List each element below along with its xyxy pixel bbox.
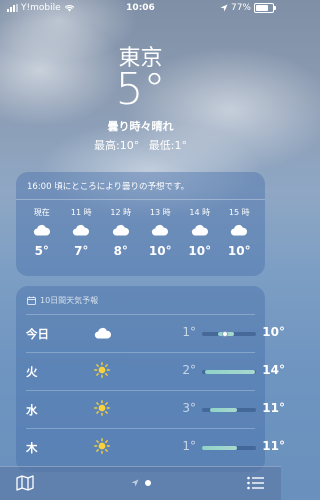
hourly-time: 13 時 xyxy=(149,208,171,217)
low-temp: 最低:1° xyxy=(148,139,187,152)
daily-row[interactable]: 水 3° 11° xyxy=(26,390,285,428)
bottom-toolbar xyxy=(0,466,281,500)
hourly-time: 15 時 xyxy=(228,208,250,217)
hourly-time: 12 時 xyxy=(110,208,132,217)
cloud-icon xyxy=(94,324,112,343)
list-icon[interactable] xyxy=(247,476,265,490)
daily-high: 10° xyxy=(262,325,285,339)
daily-low: 1° xyxy=(182,439,196,453)
sun-icon xyxy=(94,438,110,458)
hourly-list: 現在 5° 11 時 7° 12 時 8° 13 時 10° 14 時 10° 15 時 10° xyxy=(16,200,265,258)
hourly-item: 13 時 10° xyxy=(141,207,181,258)
cloud-icon xyxy=(141,219,181,241)
daily-day: 火 xyxy=(26,365,38,379)
status-bar: Y!mobile 10:06 77% xyxy=(0,0,281,18)
status-right: 77% xyxy=(220,3,276,13)
daily-low: 2° xyxy=(182,363,196,377)
sun-icon xyxy=(94,362,110,382)
daily-high: 14° xyxy=(262,363,285,377)
hourly-temp: 5° xyxy=(34,244,49,258)
page-dot-active xyxy=(144,480,151,486)
hourly-item: 現在 5° xyxy=(22,207,62,258)
daily-high: 11° xyxy=(262,401,285,415)
temperature-range-fill xyxy=(204,370,255,374)
hourly-forecast-card[interactable]: 16:00 頃にところにより曇りの予想です。 現在 5° 11 時 7° 12 時 8° 1… xyxy=(16,172,265,276)
hourly-temp: 10° xyxy=(227,244,251,258)
hourly-time: 現在 xyxy=(33,208,50,217)
current-temperature: 5° xyxy=(115,64,166,115)
hourly-temp: 8° xyxy=(113,244,128,258)
hourly-item: 12 時 8° xyxy=(101,207,141,258)
daily-day: 木 xyxy=(26,441,38,455)
daily-day: 今日 xyxy=(26,327,49,341)
location-arrow-icon xyxy=(131,479,138,487)
current-temp-marker xyxy=(221,331,228,337)
temperature-range-bar xyxy=(202,331,256,337)
daily-low: 3° xyxy=(182,401,196,415)
calendar-icon xyxy=(27,296,36,305)
daily-list: 今日 1° 10° 火 2° 14° 水 3° 11° 木 1° 11° xyxy=(16,314,285,466)
high-low: 最高:10° 最低:1° xyxy=(0,137,281,153)
temperature-range-bar xyxy=(202,408,256,412)
hourly-temp: 10° xyxy=(188,244,212,258)
daily-row[interactable]: 火 2° 14° xyxy=(26,352,285,390)
battery-percent: 77% xyxy=(230,3,251,13)
hourly-time: 11 時 xyxy=(70,208,92,217)
current-condition: 曇り時々晴れ xyxy=(107,120,174,133)
cloud-icon xyxy=(180,219,220,241)
battery-icon xyxy=(254,3,276,13)
battery-level xyxy=(256,5,268,11)
temperature-range-fill xyxy=(202,446,238,450)
temperature-range-fill xyxy=(210,408,238,412)
daily-high: 11° xyxy=(262,439,285,453)
daily-low: 1° xyxy=(182,325,196,339)
high-temp: 最高:10° xyxy=(94,139,140,152)
temperature-range-bar xyxy=(202,370,256,374)
temperature-range-bar xyxy=(202,446,256,450)
cloud-icon xyxy=(62,219,102,241)
hourly-summary: 16:00 頃にところにより曇りの予想です。 xyxy=(16,172,265,200)
daily-title-label: 10日間天気予報 xyxy=(40,296,99,305)
page-indicator[interactable] xyxy=(0,479,281,487)
daily-row[interactable]: 木 1° 11° xyxy=(26,428,285,466)
daily-day: 水 xyxy=(26,403,38,417)
daily-row[interactable]: 今日 1° 10° xyxy=(26,314,285,352)
hourly-item: 11 時 7° xyxy=(62,207,102,258)
hourly-time: 14 時 xyxy=(189,208,211,217)
cloud-icon xyxy=(101,219,141,241)
daily-forecast-card[interactable]: 10日間天気予報 今日 1° 10° 火 2° 14° 水 3° 11° 木 1° 11° xyxy=(16,286,285,472)
daily-title: 10日間天気予報 xyxy=(16,286,265,314)
cloud-icon xyxy=(220,219,260,241)
sun-icon xyxy=(94,400,110,420)
hourly-item: 14 時 10° xyxy=(180,207,220,258)
hourly-temp: 10° xyxy=(148,244,172,258)
hourly-temp: 7° xyxy=(74,244,89,258)
cloud-icon xyxy=(22,219,62,241)
location-services-icon xyxy=(220,4,228,12)
hourly-item: 15 時 10° xyxy=(220,207,260,258)
